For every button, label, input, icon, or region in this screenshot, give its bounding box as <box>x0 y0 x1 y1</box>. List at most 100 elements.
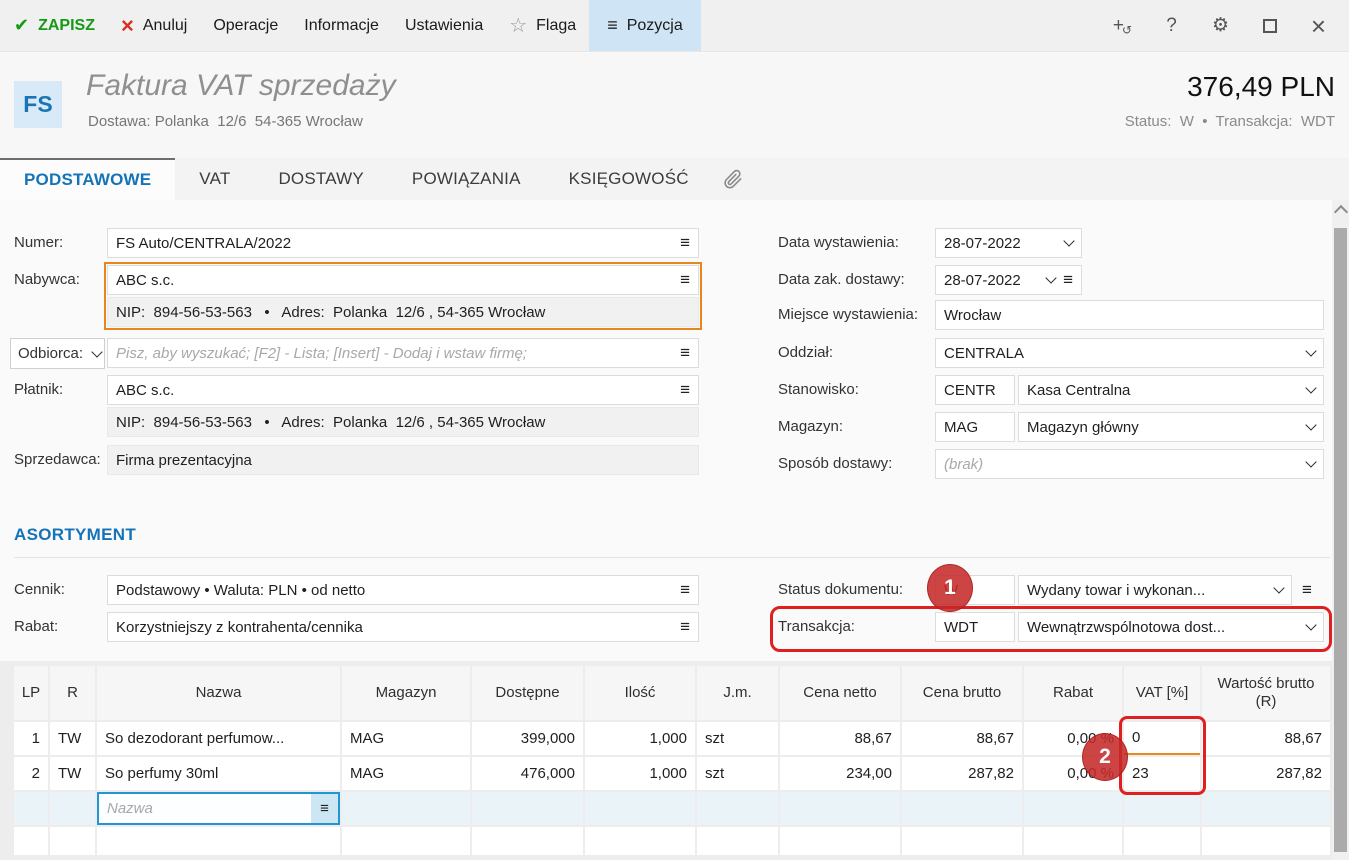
col-header-lp[interactable]: LP <box>14 666 48 720</box>
field-menu-icon[interactable]: ≡ <box>680 270 690 290</box>
field-menu-icon[interactable]: ≡ <box>680 380 690 400</box>
platnik-field[interactable]: ABC s.c. ≡ <box>107 375 699 405</box>
cancel-button[interactable]: × Anuluj <box>108 0 200 51</box>
cell-wartosc[interactable]: 88,67 <box>1202 722 1330 755</box>
cell-wartosc[interactable]: 287,82 <box>1202 757 1330 790</box>
cell-magazyn[interactable]: MAG <box>342 757 470 790</box>
flag-button[interactable]: ☆ Flaga <box>496 0 589 51</box>
tab-podstawowe[interactable]: PODSTAWOWE <box>0 158 175 200</box>
help-icon[interactable]: ? <box>1147 0 1196 52</box>
field-menu-icon[interactable]: ≡ <box>680 233 690 253</box>
data-wystawienia-field[interactable]: 28-07-2022 <box>935 228 1082 258</box>
field-menu-icon[interactable]: ≡ <box>1063 270 1073 290</box>
magazyn-code-field[interactable]: MAG <box>935 412 1015 442</box>
rabat-field[interactable]: Korzystniejszy z kontrahenta/cennika ≡ <box>107 612 699 642</box>
cell-r[interactable]: TW <box>50 722 95 755</box>
close-icon[interactable]: × <box>1294 0 1343 52</box>
cell-ilosc[interactable]: 1,000 <box>585 722 695 755</box>
cell-menu-icon[interactable]: ≡ <box>311 794 338 823</box>
tab-vat[interactable]: VAT <box>175 158 254 200</box>
position-button[interactable]: ≡ Pozycja <box>589 0 701 51</box>
empty-cell[interactable] <box>1024 827 1122 855</box>
col-header-vat[interactable]: VAT [%] <box>1124 666 1200 720</box>
magazyn-field[interactable]: Magazyn główny <box>1018 412 1324 442</box>
new-row-cell[interactable] <box>780 792 900 825</box>
stanowisko-code-field[interactable]: CENTR <box>935 375 1015 405</box>
cell-vat[interactable]: 23 <box>1124 757 1200 790</box>
attachment-paperclip-icon[interactable] <box>713 158 754 200</box>
miejsce-wystawienia-field[interactable]: Wrocław <box>935 300 1324 330</box>
empty-cell[interactable] <box>342 827 470 855</box>
new-row-cell[interactable] <box>472 792 583 825</box>
odbiorca-field[interactable]: Pisz, aby wyszukać; [F2] - Lista; [Inser… <box>107 338 699 368</box>
col-header-r[interactable]: R <box>50 666 95 720</box>
cell-vat[interactable]: 0 <box>1124 722 1200 755</box>
col-header-nazwa[interactable]: Nazwa <box>97 666 340 720</box>
transakcja-code-field[interactable]: WDT <box>935 612 1015 642</box>
cell-lp[interactable]: 1 <box>14 722 48 755</box>
col-header-rabat[interactable]: Rabat <box>1024 666 1122 720</box>
tab-powiazania[interactable]: POWIĄZANIA <box>388 158 545 200</box>
save-button[interactable]: ✔ ZAPISZ <box>0 0 108 51</box>
col-header-wartosc-brutto[interactable]: Wartość brutto (R) <box>1202 666 1330 720</box>
cell-ilosc[interactable]: 1,000 <box>585 757 695 790</box>
cell-cena-brutto[interactable]: 287,82 <box>902 757 1022 790</box>
gear-icon[interactable]: ⚙ <box>1196 0 1245 52</box>
data-zak-dostawy-field[interactable]: 28-07-2022 ≡ <box>935 265 1082 295</box>
transakcja-field[interactable]: Wewnątrzwspólnotowa dost... <box>1018 612 1324 642</box>
col-header-cena-brutto[interactable]: Cena brutto <box>902 666 1022 720</box>
numer-field[interactable]: FS Auto/CENTRALA/2022 ≡ <box>107 228 699 258</box>
sposob-dostawy-field[interactable]: (brak) <box>935 449 1324 479</box>
field-menu-icon[interactable]: ≡ <box>680 617 690 637</box>
scrollbar-thumb[interactable] <box>1334 228 1347 852</box>
empty-cell[interactable] <box>472 827 583 855</box>
empty-cell[interactable] <box>1202 827 1330 855</box>
cell-dostepne[interactable]: 399,000 <box>472 722 583 755</box>
new-row-cell[interactable] <box>1202 792 1330 825</box>
cell-nazwa[interactable]: So dezodorant perfumow... <box>97 722 340 755</box>
maximize-icon[interactable] <box>1245 0 1294 52</box>
new-row-cell[interactable] <box>50 792 95 825</box>
cell-r[interactable]: TW <box>50 757 95 790</box>
cell-jm[interactable]: szt <box>697 757 778 790</box>
new-row-cell[interactable] <box>14 792 48 825</box>
cell-jm[interactable]: szt <box>697 722 778 755</box>
empty-cell[interactable] <box>1124 827 1200 855</box>
status-menu-icon[interactable]: ≡ <box>1302 575 1312 605</box>
cell-cena-netto[interactable]: 88,67 <box>780 722 900 755</box>
new-row-cell[interactable] <box>1024 792 1122 825</box>
col-header-cena-netto[interactable]: Cena netto <box>780 666 900 720</box>
cell-cena-brutto[interactable]: 88,67 <box>902 722 1022 755</box>
nabywca-field[interactable]: ABC s.c. ≡ <box>107 265 699 295</box>
empty-cell[interactable] <box>697 827 778 855</box>
empty-cell[interactable] <box>50 827 95 855</box>
operations-menu[interactable]: Operacje <box>200 0 291 51</box>
col-header-jm[interactable]: J.m. <box>697 666 778 720</box>
oddzial-field[interactable]: CENTRALA <box>935 338 1324 368</box>
field-menu-icon[interactable]: ≡ <box>680 580 690 600</box>
information-menu[interactable]: Informacje <box>291 0 392 51</box>
cell-dostepne[interactable]: 476,000 <box>472 757 583 790</box>
cell-nazwa[interactable]: So perfumy 30ml <box>97 757 340 790</box>
new-row-cell[interactable] <box>697 792 778 825</box>
cell-lp[interactable]: 2 <box>14 757 48 790</box>
empty-cell[interactable] <box>902 827 1022 855</box>
new-row-cell[interactable] <box>585 792 695 825</box>
settings-menu[interactable]: Ustawienia <box>392 0 496 51</box>
tab-dostawy[interactable]: DOSTAWY <box>254 158 387 200</box>
status-dokumentu-field[interactable]: Wydany towar i wykonan... <box>1018 575 1292 605</box>
cell-cena-netto[interactable]: 234,00 <box>780 757 900 790</box>
add-refresh-icon[interactable]: +↺ <box>1098 0 1147 52</box>
empty-cell[interactable] <box>14 827 48 855</box>
stanowisko-field[interactable]: Kasa Centralna <box>1018 375 1324 405</box>
col-header-dostepne[interactable]: Dostępne <box>472 666 583 720</box>
empty-cell[interactable] <box>585 827 695 855</box>
tab-ksiegowosc[interactable]: KSIĘGOWOŚĆ <box>545 158 713 200</box>
odbiorca-label-dropdown[interactable]: Odbiorca: <box>10 338 105 369</box>
cennik-field[interactable]: Podstawowy • Waluta: PLN • od netto ≡ <box>107 575 699 605</box>
field-menu-icon[interactable]: ≡ <box>680 343 690 363</box>
col-header-magazyn[interactable]: Magazyn <box>342 666 470 720</box>
new-row-cell[interactable] <box>902 792 1022 825</box>
cell-magazyn[interactable]: MAG <box>342 722 470 755</box>
new-row-nazwa-input[interactable]: Nazwa ≡ <box>97 792 340 825</box>
